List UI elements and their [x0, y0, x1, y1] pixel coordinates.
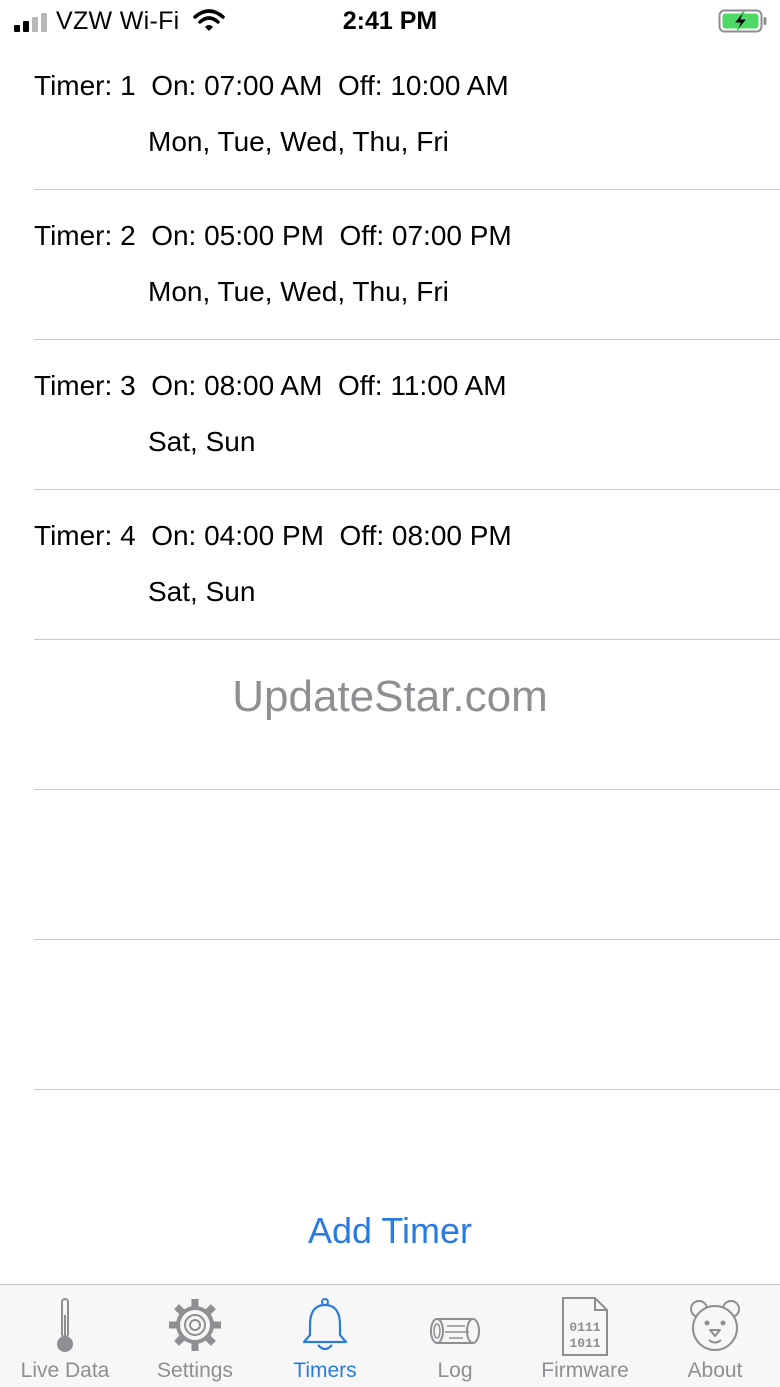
- empty-row: [0, 940, 780, 1090]
- timer-schedule: Timer: 1 On: 07:00 AM Off: 10:00 AM: [34, 70, 509, 101]
- gear-icon: [169, 1299, 221, 1351]
- add-timer-button[interactable]: Add Timer: [240, 1210, 540, 1252]
- timer-schedule: Timer: 2 On: 05:00 PM Off: 07:00 PM: [34, 220, 512, 251]
- timer-row[interactable]: Timer: 2 On: 05:00 PM Off: 07:00 PM Mon,…: [0, 190, 780, 340]
- tab-settings[interactable]: Settings: [130, 1285, 260, 1387]
- tab-label: Live Data: [20, 1359, 110, 1382]
- log-icon: [430, 1318, 480, 1344]
- timer-row[interactable]: Timer: 4 On: 04:00 PM Off: 08:00 PM Sat,…: [0, 490, 780, 640]
- timer-row[interactable]: Timer: 3 On: 08:00 AM Off: 11:00 AM Sat,…: [0, 340, 780, 490]
- timer-row[interactable]: Timer: 1 On: 07:00 AM Off: 10:00 AM Mon,…: [0, 40, 780, 190]
- watermark: UpdateStar.com: [232, 672, 548, 721]
- timer-days: Mon, Tue, Wed, Thu, Fri: [148, 126, 449, 157]
- binary-file-icon: 0111 1011: [562, 1297, 608, 1356]
- status-bar: VZW Wi-Fi 2:41 PM: [0, 0, 780, 44]
- tab-log[interactable]: Log: [390, 1285, 520, 1387]
- timer-days: Sat, Sun: [148, 426, 256, 457]
- tab-timers[interactable]: Timers: [260, 1285, 390, 1387]
- tab-firmware[interactable]: 0111 1011 Firmware: [520, 1285, 650, 1387]
- svg-text:0111: 0111: [569, 1320, 600, 1335]
- battery-charging-icon: [718, 9, 767, 33]
- svg-text:1011: 1011: [569, 1336, 600, 1351]
- tab-bar: Live Data Settings Timers Log 0111 1011 …: [0, 1284, 780, 1387]
- tab-label: Firmware: [541, 1359, 629, 1382]
- tab-about[interactable]: About: [650, 1285, 780, 1387]
- tab-label: Timers: [293, 1359, 357, 1382]
- timer-days: Mon, Tue, Wed, Thu, Fri: [148, 276, 449, 307]
- timer-list: Timer: 1 On: 07:00 AM Off: 10:00 AM Mon,…: [0, 40, 780, 1090]
- bear-icon: [690, 1300, 740, 1351]
- timer-schedule: Timer: 3 On: 08:00 AM Off: 11:00 AM: [34, 370, 507, 401]
- timer-days: Sat, Sun: [148, 576, 256, 607]
- empty-row: [0, 790, 780, 940]
- tab-label: Settings: [157, 1359, 233, 1382]
- tab-label: About: [687, 1359, 743, 1382]
- thermometer-icon: [57, 1298, 73, 1352]
- bell-icon: [302, 1298, 348, 1351]
- timer-schedule: Timer: 4 On: 04:00 PM Off: 08:00 PM: [34, 520, 512, 551]
- clock: 2:41 PM: [342, 7, 438, 35]
- tab-label: Log: [437, 1359, 473, 1382]
- tab-live-data[interactable]: Live Data: [0, 1285, 130, 1387]
- row-divider: [34, 1088, 780, 1090]
